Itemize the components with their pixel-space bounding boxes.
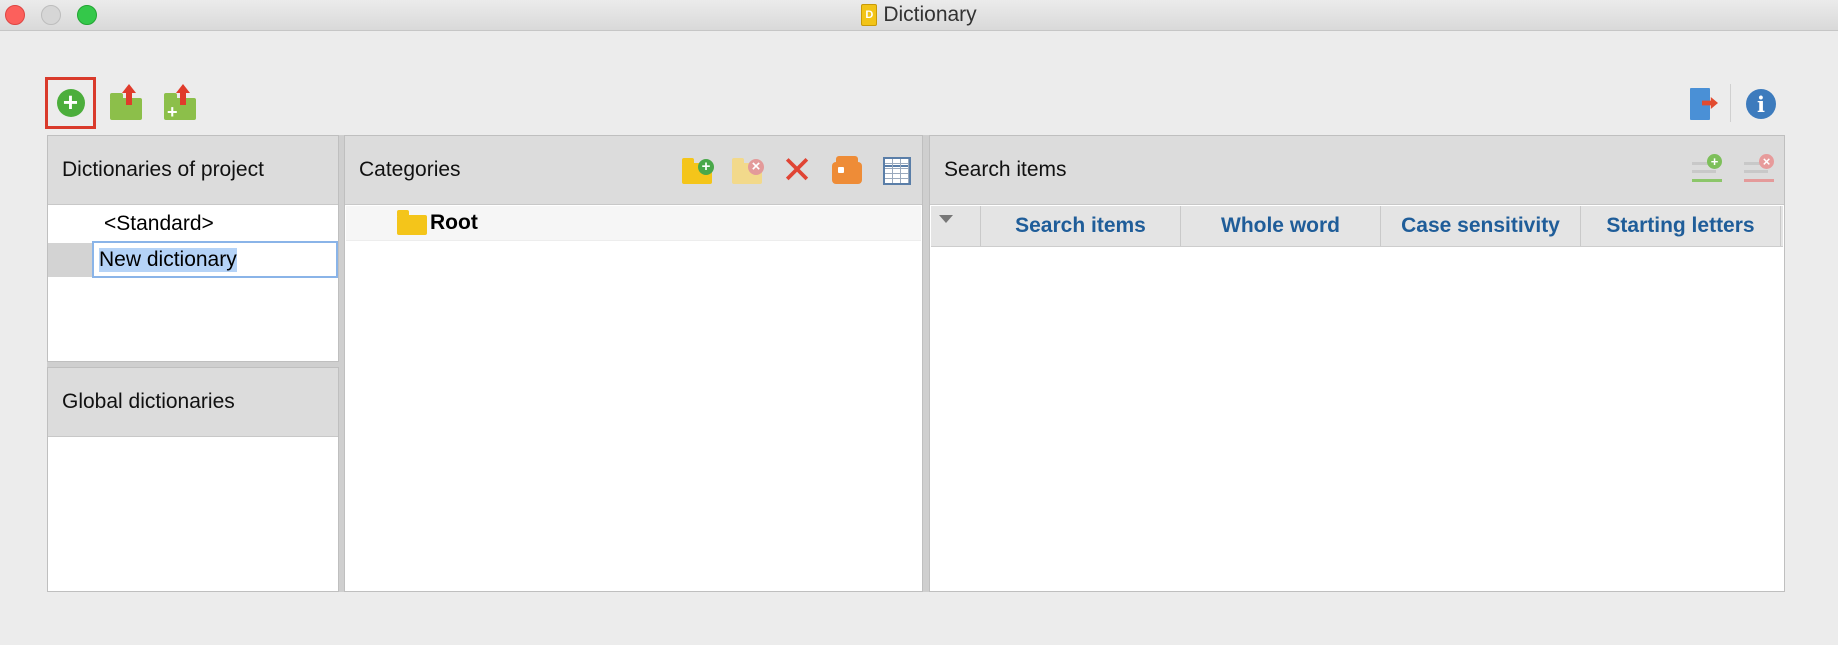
column-header-case-sensitivity[interactable]: Case sensitivity xyxy=(1381,206,1581,246)
table-icon xyxy=(883,156,911,185)
plus-circle-icon: + xyxy=(56,89,85,117)
exit-icon xyxy=(1690,88,1718,120)
remove-icon: ✕ xyxy=(781,149,813,192)
tree-row-root[interactable]: Root xyxy=(346,206,921,241)
search-items-panel: Search items + × Search items Whole word… xyxy=(929,135,1785,592)
search-items-title: Search items xyxy=(944,158,1067,181)
categories-title: Categories xyxy=(359,158,461,181)
list-item-editing[interactable]: New dictionary xyxy=(48,241,338,278)
dictionary-name-value: New dictionary xyxy=(99,247,237,272)
window-title-group: D Dictionary xyxy=(0,0,1838,30)
dictionary-app-icon: D xyxy=(861,4,878,26)
new-category-icon: + xyxy=(682,158,714,184)
global-dictionaries-panel: Global dictionaries xyxy=(47,367,339,592)
column-header-whole-word[interactable]: Whole word xyxy=(1181,206,1381,246)
folder-icon xyxy=(397,210,427,235)
categories-toolbar: + × ✕ xyxy=(680,136,914,205)
global-dictionaries-header: Global dictionaries xyxy=(48,368,338,437)
sort-column-header[interactable] xyxy=(931,206,981,246)
dictionaries-of-project-panel: Dictionaries of project <Standard> New d… xyxy=(47,135,339,362)
search-items-table-header: Search items Whole word Case sensitivity… xyxy=(931,206,1783,247)
column-header-search-items[interactable]: Search items xyxy=(981,206,1181,246)
sort-triangle-icon xyxy=(939,215,953,223)
column-header-starting-letters[interactable]: Starting letters xyxy=(1581,206,1781,246)
remove-button[interactable]: ✕ xyxy=(780,149,814,192)
toolbar-divider xyxy=(1730,84,1731,122)
import-dictionary-button[interactable]: + xyxy=(160,82,200,126)
folder-export-icon xyxy=(110,84,142,120)
exit-button[interactable] xyxy=(1680,84,1720,124)
tree-item-label: Root xyxy=(430,211,478,234)
delete-category-button[interactable]: × xyxy=(730,154,764,188)
dictionaries-of-project-header: Dictionaries of project xyxy=(48,136,338,205)
delete-category-icon: × xyxy=(732,158,764,184)
list-item[interactable]: <Standard> xyxy=(48,207,338,241)
window-title: Dictionary xyxy=(883,3,977,26)
info-icon: i xyxy=(1746,89,1776,119)
add-search-item-icon[interactable]: + xyxy=(1692,153,1722,186)
tag-button[interactable] xyxy=(830,154,864,188)
new-category-button[interactable]: + xyxy=(680,154,714,188)
folder-import-icon: + xyxy=(164,84,196,121)
search-items-header: Search items xyxy=(930,136,1784,205)
tag-icon xyxy=(832,155,862,184)
title-bar: D Dictionary xyxy=(0,0,1838,31)
table-view-button[interactable] xyxy=(880,154,914,188)
categories-panel: Categories + × ✕ Root xyxy=(344,135,923,592)
dictionary-label: <Standard> xyxy=(104,212,214,235)
dictionary-name-input[interactable]: New dictionary xyxy=(92,241,338,278)
info-button[interactable]: i xyxy=(1741,84,1781,124)
add-dictionary-button[interactable]: + xyxy=(45,77,96,129)
search-items-toolbar: + × xyxy=(1692,136,1774,205)
export-dictionary-button[interactable] xyxy=(106,82,146,126)
row-selection-gutter xyxy=(48,243,92,277)
remove-search-item-icon[interactable]: × xyxy=(1744,153,1774,186)
